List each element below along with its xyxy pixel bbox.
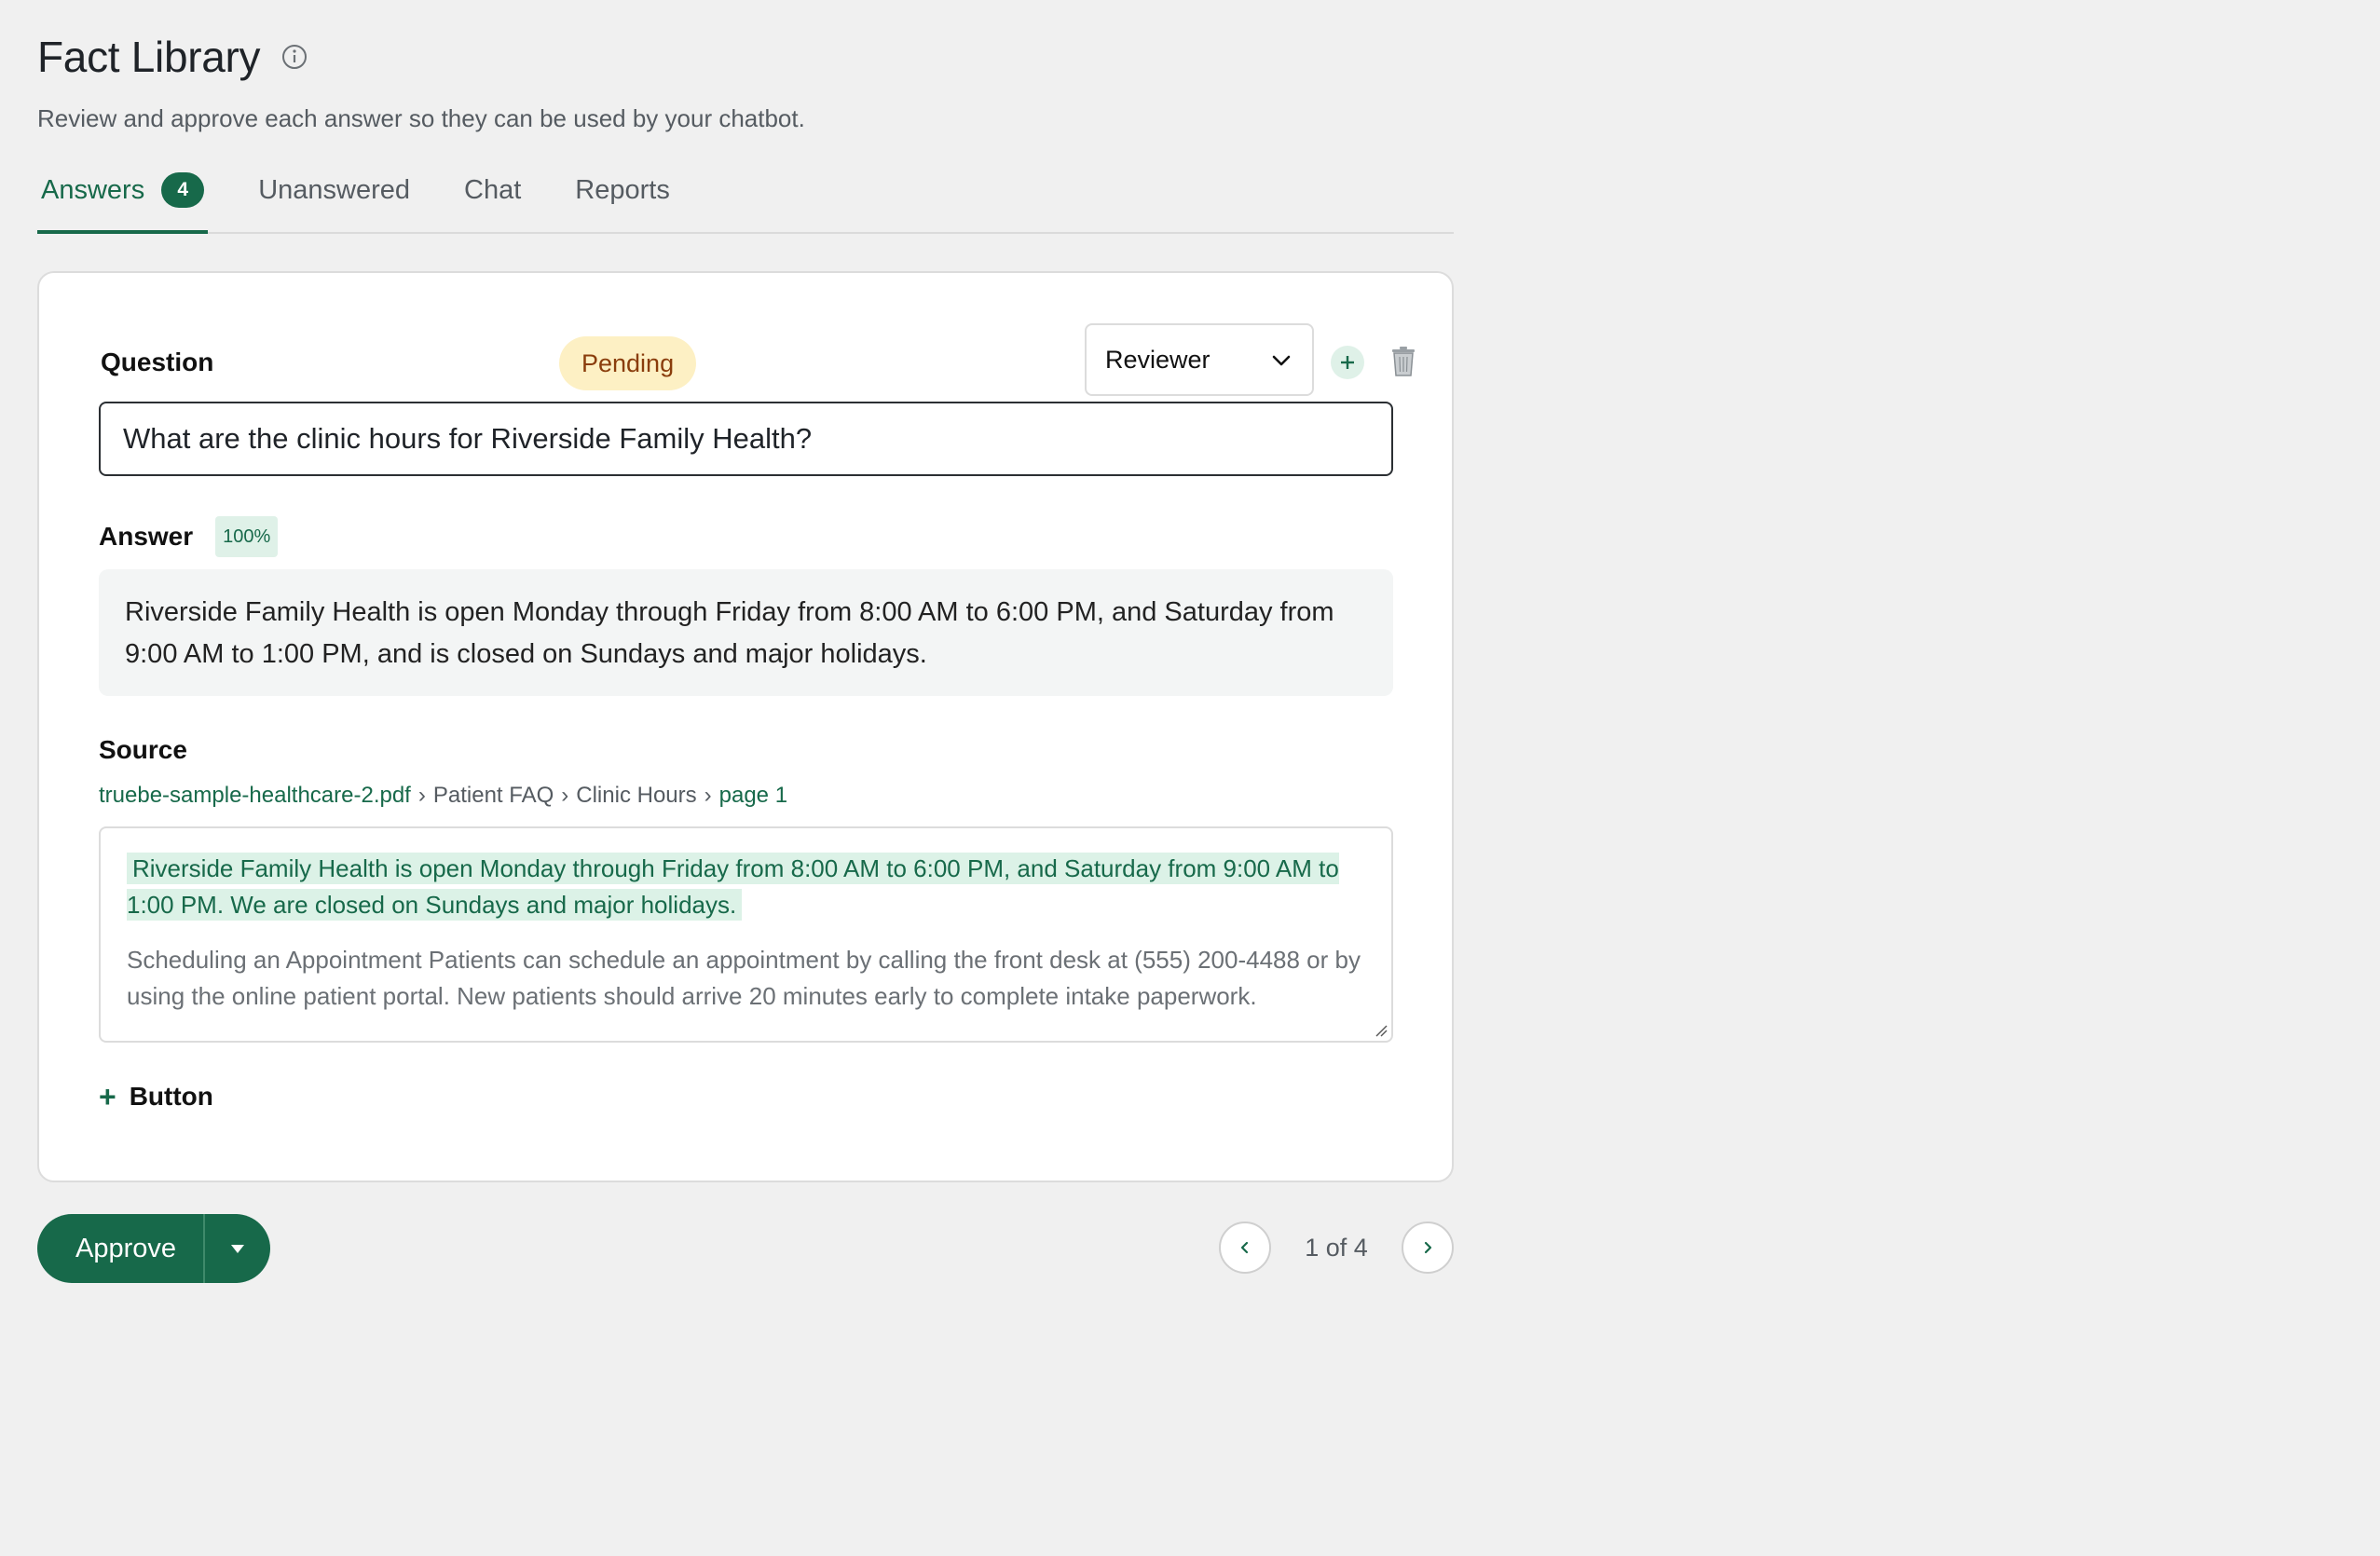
source-highlight: Riverside Family Health is open Monday t… (127, 851, 1365, 923)
question-label: Question (101, 348, 214, 376)
source-highlight-text: Riverside Family Health is open Monday t… (127, 853, 1339, 921)
source-label: Source (99, 735, 187, 764)
source-page-link[interactable]: page 1 (719, 783, 787, 809)
answer-card: Question Pending Reviewer What are the c… (37, 271, 1454, 1182)
reviewer-select-value: Reviewer (1105, 345, 1211, 374)
reviewer-select[interactable]: Reviewer (1085, 323, 1314, 396)
tab-reports-label: Reports (575, 175, 670, 205)
breadcrumb-separator: › (417, 783, 426, 808)
breadcrumb-section: Patient FAQ (432, 783, 554, 808)
resize-grip-icon[interactable] (1375, 1024, 1388, 1037)
plus-icon: + (99, 1080, 116, 1113)
status-badge: Pending (559, 336, 697, 390)
chevron-left-icon (1240, 1241, 1249, 1254)
answer-card-content: Question Pending Reviewer What are the c… (99, 323, 1415, 1115)
tab-answers-label: Answers (41, 175, 145, 205)
add-button[interactable]: + Button (99, 1078, 1393, 1115)
tab-chat-label: Chat (464, 175, 522, 205)
approve-dropdown-button[interactable] (205, 1214, 270, 1283)
source-breadcrumb: truebe-sample-healthcare-2.pdf › Patient… (99, 780, 1393, 812)
breadcrumb-separator: › (561, 783, 569, 808)
tab-unanswered-label: Unanswered (258, 175, 411, 205)
tab-answers[interactable]: Answers 4 (37, 169, 209, 234)
add-reviewer-button[interactable] (1331, 346, 1364, 379)
chevron-right-icon (1424, 1241, 1432, 1254)
trash-icon[interactable] (1389, 346, 1417, 377)
info-icon[interactable] (280, 43, 308, 71)
caret-down-icon (231, 1245, 244, 1253)
answer-text[interactable]: Riverside Family Health is open Monday t… (99, 569, 1393, 696)
source-context-text: Scheduling an Appointment Patients can s… (127, 946, 1361, 1010)
tab-reports[interactable]: Reports (571, 169, 674, 232)
next-page-button[interactable] (1402, 1222, 1454, 1274)
pagination: 1 of 4 (1219, 1220, 1454, 1276)
approve-button[interactable]: Approve (37, 1214, 205, 1283)
previous-page-button[interactable] (1219, 1222, 1271, 1274)
approve-split-button: Approve (37, 1214, 270, 1283)
answers-count-badge: 4 (161, 172, 205, 208)
answer-label: Answer (99, 522, 194, 551)
question-header: Question Pending Reviewer (99, 323, 1415, 400)
answer-header: Answer 100% (99, 515, 1393, 558)
page-indicator: 1 of 4 (1305, 1233, 1368, 1262)
tab-unanswered[interactable]: Unanswered (254, 169, 414, 232)
footer-actions: Approve 1 of 4 (37, 1214, 1454, 1283)
breadcrumb-separator: › (704, 783, 712, 808)
chevron-down-icon (1272, 355, 1291, 366)
confidence-badge: 100% (215, 516, 279, 557)
source-file-link[interactable]: truebe-sample-healthcare-2.pdf (99, 783, 411, 809)
plus-icon (1341, 356, 1354, 369)
title-row: Fact Library (37, 28, 1454, 86)
fact-library-page: Fact Library Review and approve each ans… (37, 28, 1454, 1283)
source-excerpt-textarea[interactable]: Riverside Family Health is open Monday t… (99, 826, 1393, 1043)
tab-bar: Answers 4 Unanswered Chat Reports (37, 169, 1454, 234)
page-subtitle: Review and approve each answer so they c… (37, 104, 805, 132)
add-button-label: Button (129, 1082, 213, 1111)
tab-chat[interactable]: Chat (460, 169, 525, 232)
breadcrumb-subsection: Clinic Hours (576, 783, 697, 808)
page-title: Fact Library (37, 33, 261, 81)
question-input[interactable]: What are the clinic hours for Riverside … (99, 402, 1393, 476)
